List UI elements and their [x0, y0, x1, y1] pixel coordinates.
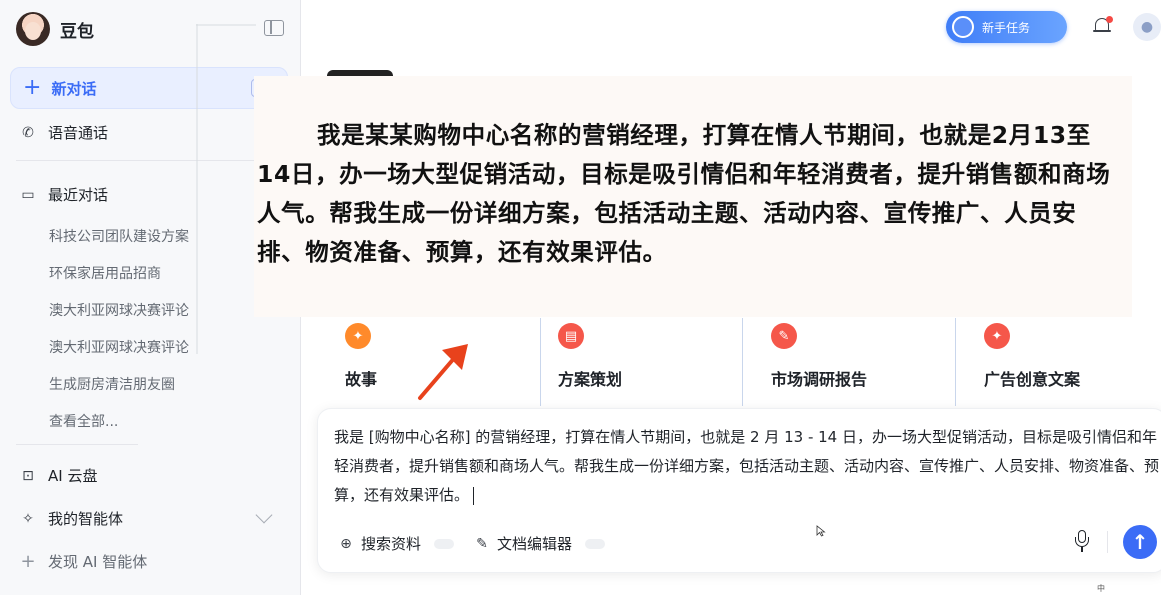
chat-input-value: 我是 [购物中心名称] 的营销经理，打算在情人节期间，也就是 2 月 13 - …	[334, 428, 1160, 504]
plus-icon: +	[23, 75, 42, 100]
search-toggle[interactable]	[434, 538, 455, 549]
brand[interactable]: 豆包	[16, 12, 94, 46]
sidebar-item-my-agents[interactable]: ✧ 我的智能体	[20, 508, 123, 529]
divider	[955, 318, 956, 406]
new-chat-label: 新对话	[51, 79, 97, 98]
task-label: 新手任务	[982, 20, 1031, 35]
microphone-icon[interactable]	[1074, 530, 1090, 554]
globe-icon: ⊕	[340, 535, 352, 552]
card-label: 市场调研报告	[771, 370, 868, 389]
clipboard-icon: ✎	[771, 323, 797, 349]
tool-label: 文档编辑器	[497, 535, 573, 553]
sidebar-item-label: 发现 AI 智能体	[48, 553, 148, 571]
sidebar-section-label: 最近对话	[48, 186, 109, 204]
system-tray: 中	[1097, 583, 1106, 594]
document-icon: ▤	[558, 323, 584, 349]
app-window: 豆包 + 新对话 C ✆ 语音通话 ▭ 最近对话 科技公司团队建设方案 环保家居…	[0, 0, 1161, 595]
new-chat-button[interactable]: + 新对话 C	[10, 67, 288, 109]
mouse-cursor-icon	[816, 525, 826, 537]
chevron-down-icon[interactable]	[255, 506, 273, 524]
suggestion-card-ad-copy[interactable]: ✦ 广告创意文案	[966, 318, 1161, 406]
decorative-line	[196, 24, 256, 26]
bell-icon[interactable]	[1092, 16, 1113, 36]
doc-editor-toggle[interactable]	[585, 538, 606, 549]
plus-icon: +	[20, 551, 36, 572]
suggestion-card-plan[interactable]: ▤ 方案策划	[540, 318, 742, 406]
chat-input-box[interactable]: 我是 [购物中心名称] 的营销经理，打算在情人节期间，也就是 2 月 13 - …	[317, 408, 1161, 573]
text-caret	[473, 486, 475, 505]
recent-chat-item[interactable]: 澳大利亚网球决赛评论	[49, 300, 189, 320]
card-label: 故事	[345, 370, 378, 389]
cloud-drive-icon: ⊡	[22, 467, 34, 484]
divider	[16, 444, 138, 445]
sidebar-section-recent: ▭ 最近对话	[20, 184, 108, 205]
annotation-arrow	[418, 344, 468, 400]
card-label: 广告创意文案	[984, 370, 1081, 389]
recent-chat-item[interactable]: 生成厨房清洁朋友圈	[49, 374, 175, 394]
decorative-line	[196, 24, 198, 354]
divider	[742, 318, 743, 406]
overlay-text: 我是某某购物中心名称的营销经理，打算在情人节期间，也就是2月13至14日，办一场…	[257, 121, 1111, 266]
sidebar-item-discover-agents[interactable]: + 发现 AI 智能体	[20, 551, 147, 572]
doc-editor-tool-button[interactable]: ✎ 文档编辑器	[474, 533, 606, 554]
prompt-overlay-card: 我是某某购物中心名称的营销经理，打算在情人节期间，也就是2月13至14日，办一场…	[254, 76, 1132, 317]
tool-label: 搜索资料	[361, 535, 422, 553]
edit-icon: ✎	[476, 535, 488, 552]
chat-input-text[interactable]: 我是 [购物中心名称] 的营销经理，打算在情人节期间，也就是 2 月 13 - …	[334, 423, 1159, 510]
recent-chat-item[interactable]: 澳大利亚网球决赛评论	[49, 337, 189, 357]
divider	[16, 160, 286, 161]
phone-icon: ✆	[22, 124, 34, 141]
chat-bubble-icon: ▭	[21, 186, 35, 203]
send-button[interactable]: ↑	[1123, 525, 1157, 559]
search-tool-button[interactable]: ⊕ 搜索资料	[338, 533, 455, 554]
avatar	[16, 12, 50, 46]
brand-name: 豆包	[60, 21, 94, 42]
sidebar-item-ai-cloud[interactable]: ⊡ AI 云盘	[20, 465, 97, 486]
sidebar-item-voice-call[interactable]: ✆ 语音通话	[20, 122, 108, 143]
suggestion-card-market-research[interactable]: ✎ 市场调研报告	[753, 318, 955, 406]
notification-dot	[1106, 16, 1113, 23]
ime-indicator: 中	[1097, 584, 1106, 593]
task-icon	[952, 16, 974, 38]
user-avatar-icon[interactable]: ●	[1133, 13, 1161, 41]
card-label: 方案策划	[558, 370, 623, 389]
sidebar-item-label: 我的智能体	[48, 510, 124, 528]
sidebar-collapse-icon[interactable]	[264, 20, 284, 36]
divider	[1107, 531, 1108, 553]
sidebar-item-label: AI 云盘	[48, 467, 98, 485]
sparkle-icon: ✧	[22, 510, 34, 527]
recent-chat-item[interactable]: 环保家居用品招商	[49, 263, 161, 283]
lightbulb-icon: ✦	[345, 323, 371, 349]
lightbulb-icon: ✦	[984, 323, 1010, 349]
view-all-link[interactable]: 查看全部...	[49, 411, 118, 431]
sidebar-item-label: 语音通话	[48, 124, 109, 142]
newbie-task-button[interactable]: 新手任务	[946, 11, 1067, 43]
recent-chat-item[interactable]: 科技公司团队建设方案	[49, 226, 189, 246]
